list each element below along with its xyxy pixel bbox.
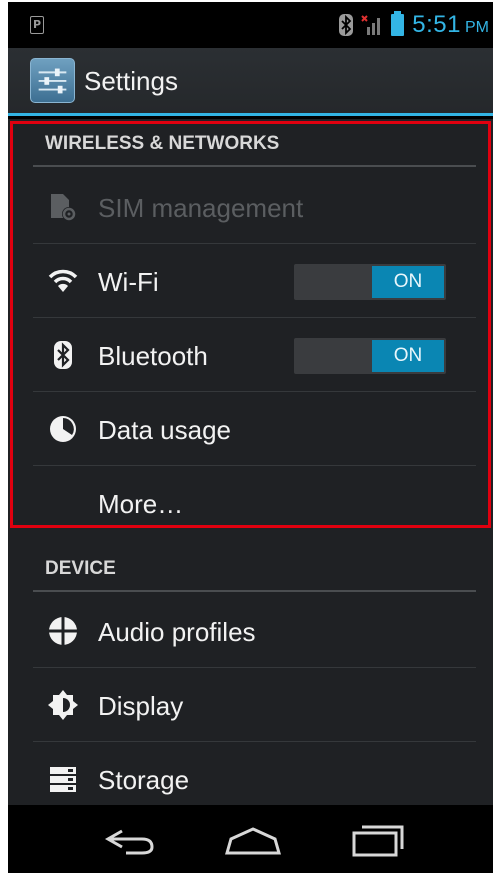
audio-profiles-icon [48, 616, 78, 646]
recent-apps-icon[interactable] [348, 819, 408, 859]
page-title: Settings [84, 66, 178, 96]
settings-item-display[interactable]: Display [33, 668, 476, 742]
settings-item-sim-management: SIM management [33, 170, 476, 244]
section-title-device: DEVICE [45, 558, 116, 579]
settings-list: WIRELESS & NETWORKS SIM management Wi-Fi… [8, 119, 493, 805]
p-icon: P [30, 16, 44, 34]
settings-item-label: Wi-Fi [98, 267, 159, 297]
display-icon [48, 690, 78, 720]
settings-item-label: Storage [98, 765, 190, 795]
settings-item-label: Data usage [98, 415, 231, 445]
settings-item-audio-profiles[interactable]: Audio profiles [33, 594, 476, 668]
settings-item-label: Display [98, 691, 184, 721]
bluetooth-toggle-on: ON [372, 340, 444, 372]
settings-sliders-icon[interactable] [30, 58, 75, 103]
clock-ampm: PM [465, 19, 489, 36]
wifi-toggle[interactable]: ON [294, 264, 446, 300]
clock-time: 5:51 [412, 11, 461, 38]
settings-item-more[interactable]: More… [33, 466, 476, 540]
phone-screen: P 5:51 PM Settings WIRELESS & NETWORKS S… [8, 2, 493, 873]
status-icons: 5:51 PM [339, 10, 489, 40]
section-title-wireless: WIRELESS & NETWORKS [45, 133, 280, 154]
data-usage-icon [50, 416, 76, 442]
bluetooth-icon [339, 14, 354, 36]
sim-icon [51, 194, 76, 221]
settings-item-label: Bluetooth [98, 341, 208, 371]
signal-no-sim-icon [361, 15, 381, 35]
settings-item-label: SIM management [98, 193, 304, 223]
navigation-bar [8, 805, 493, 873]
battery-icon [391, 11, 405, 36]
wifi-icon [48, 269, 78, 292]
settings-item-wifi[interactable]: Wi-Fi ON [33, 244, 476, 318]
settings-item-label: More… [98, 489, 184, 519]
settings-item-bluetooth[interactable]: Bluetooth ON [33, 318, 476, 392]
back-icon[interactable] [100, 819, 160, 859]
bluetooth-toggle[interactable]: ON [294, 338, 446, 374]
settings-item-data-usage[interactable]: Data usage [33, 392, 476, 466]
bluetooth-icon [54, 341, 72, 369]
wifi-toggle-on: ON [372, 266, 444, 298]
action-bar: Settings [8, 48, 493, 116]
home-icon[interactable] [223, 819, 283, 859]
storage-icon [50, 767, 76, 792]
settings-item-label: Audio profiles [98, 617, 256, 647]
section-header-device: DEVICE [33, 544, 476, 592]
status-bar: P 5:51 PM [8, 2, 493, 48]
section-header-wireless: WIRELESS & NETWORKS [33, 119, 476, 167]
